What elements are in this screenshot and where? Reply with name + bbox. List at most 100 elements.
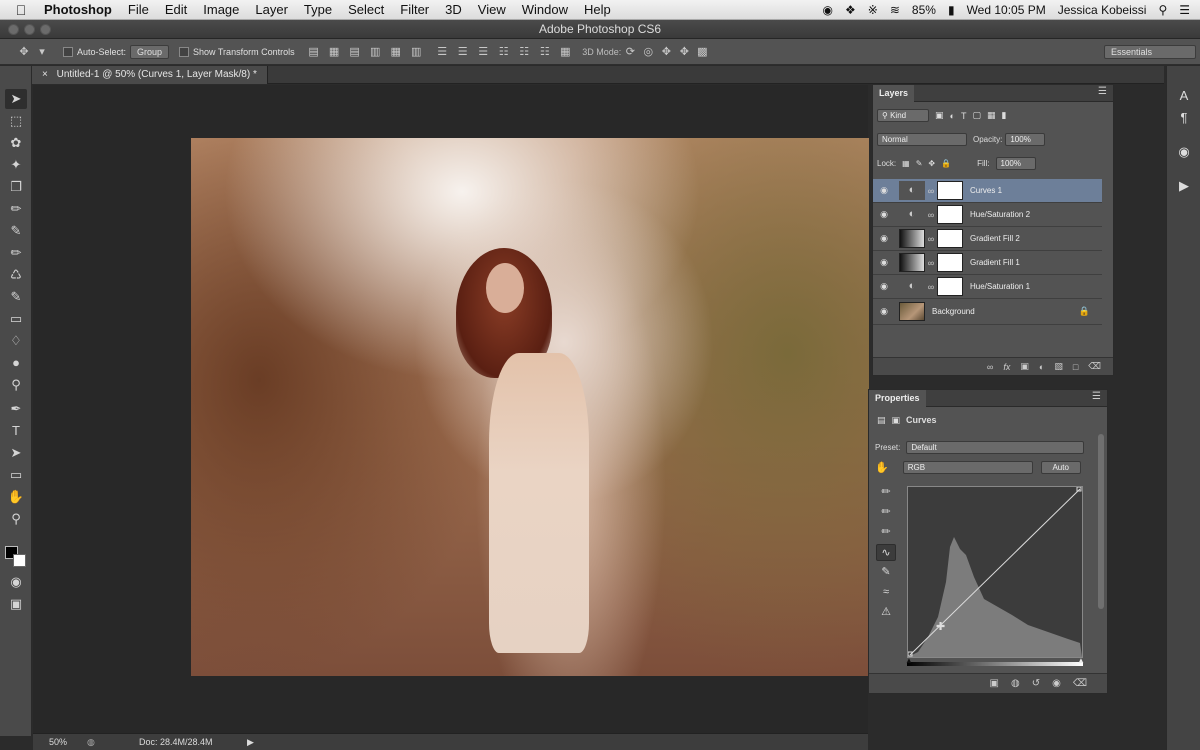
paragraph-panel-icon[interactable]: ¶ [1176,110,1192,126]
rectangle-tool-icon[interactable]: ▭ [5,465,27,485]
menu-filter[interactable]: Filter [392,0,437,20]
curves-adjustment-icon[interactable]: ▤ [877,415,886,426]
zoom-tool-icon[interactable]: ⚲ [5,509,27,529]
brush-tool-icon[interactable]: ✏ [5,243,27,263]
layer-row-gradient-fill-1[interactable]: ◉ ∞ Gradient Fill 1 [873,251,1102,275]
layer-row-gradient-fill-2[interactable]: ◉ ∞ Gradient Fill 2 [873,227,1102,251]
hand-tool-icon[interactable]: ✋ [5,487,27,507]
menubar-user[interactable]: Jessica Kobeissi [1058,3,1147,17]
align-top-icon[interactable]: ▤ [308,46,320,58]
link-layers-icon[interactable]: ∞ [987,362,993,372]
eye-icon[interactable]: ◉ [873,233,895,244]
chevron-down-icon[interactable]: ▾ [36,46,48,58]
3d-drag-icon[interactable]: ✥ [660,46,672,58]
layer-filter-dropdown[interactable]: ⚲ Kind [877,109,929,122]
3d-scale-icon[interactable]: ▩ [696,46,708,58]
sample-white-eyedropper-icon[interactable]: ✏ [876,524,896,541]
channel-dropdown[interactable]: RGB [902,461,1033,474]
panel-menu-icon[interactable]: ☰ [1092,391,1101,402]
sample-black-eyedropper-icon[interactable]: ✏ [876,484,896,501]
3d-slide-icon[interactable]: ✥ [678,46,690,58]
move-tool-icon[interactable]: ➤ [5,89,27,109]
type-filter-icon[interactable]: T [961,111,967,121]
background-color-swatch[interactable] [13,554,26,567]
lock-all-icon[interactable]: 🔒 [941,159,951,168]
screen-mode-icon[interactable]: ▣ [5,594,27,614]
healing-brush-tool-icon[interactable]: ✎ [5,221,27,241]
mask-link-icon[interactable]: ∞ [925,282,937,292]
add-mask-icon[interactable]: ▣ [1020,361,1029,372]
distribute-vcenter-icon[interactable]: ☰ [457,46,469,58]
document-tab[interactable]: × Untitled-1 @ 50% (Curves 1, Layer Mask… [32,66,268,84]
eye-icon[interactable]: ◉ [873,209,895,220]
align-bottom-icon[interactable]: ▤ [349,46,361,58]
auto-button[interactable]: Auto [1040,461,1081,474]
quick-mask-icon[interactable]: ◉ [5,572,27,592]
smart-object-filter-icon[interactable]: ▦ [987,110,996,121]
eraser-tool-icon[interactable]: ▭ [5,309,27,329]
distribute-top-icon[interactable]: ☰ [436,46,448,58]
align-hcenter-icon[interactable]: ▦ [390,46,402,58]
layer-mask-thumbnail[interactable] [937,181,963,200]
lock-image-icon[interactable]: ✎ [916,159,923,168]
layer-mask-thumbnail[interactable] [937,253,963,272]
black-point-slider-icon[interactable]: ▲ [905,656,913,665]
clip-to-layer-icon[interactable]: ▣ [990,678,999,689]
eyedropper-tool-icon[interactable]: ✏ [5,199,27,219]
layer-style-fx-icon[interactable]: fx [1003,362,1010,372]
align-left-icon[interactable]: ▥ [369,46,381,58]
eye-icon[interactable]: ◉ [873,306,895,317]
battery-percent[interactable]: 85% [912,3,936,17]
edit-points-curve-icon[interactable]: ∿ [876,544,896,561]
minimize-window-button[interactable] [24,24,35,35]
history-brush-tool-icon[interactable]: ✎ [5,287,27,307]
mask-link-icon[interactable]: ∞ [925,210,937,220]
spotlight-search-icon[interactable]: ⚲ [1158,3,1167,17]
close-window-button[interactable] [8,24,19,35]
properties-tab[interactable]: Properties [869,390,926,407]
workspace-dropdown[interactable]: Essentials [1104,44,1196,59]
align-vcenter-icon[interactable]: ▦ [328,46,340,58]
bluetooth-icon[interactable]: ※ [868,3,878,17]
filter-toggle-icon[interactable]: ▮ [1001,110,1006,121]
new-group-folder-icon[interactable]: ▧ [1054,361,1063,372]
distribute-left-icon[interactable]: ☷ [498,46,510,58]
3d-roll-icon[interactable]: ◎ [642,46,654,58]
menu-layer[interactable]: Layer [247,0,296,20]
fill-input[interactable]: 100% [995,157,1036,170]
cc-libraries-icon[interactable]: ◉ [1176,144,1192,160]
align-right-icon[interactable]: ▥ [410,46,422,58]
menu-help[interactable]: Help [576,0,619,20]
menu-type[interactable]: Type [296,0,340,20]
actions-play-icon[interactable]: ▶ [1176,178,1192,194]
properties-scrollbar[interactable] [1098,434,1104,609]
move-tool-preset-icon[interactable]: ✥ [18,46,30,58]
adjustment-filter-icon[interactable]: ◐ [950,111,955,121]
eye-icon[interactable]: ◉ [873,281,895,292]
menu-edit[interactable]: Edit [157,0,195,20]
battery-icon[interactable]: ▮ [948,3,955,17]
delete-adjustment-trash-icon[interactable]: ⌫ [1073,678,1087,689]
canvas-area[interactable] [33,85,869,733]
white-point-slider-icon[interactable]: ▲ [1077,656,1085,665]
mask-link-icon[interactable]: ∞ [925,186,937,196]
auto-align-icon[interactable]: ▦ [559,46,571,58]
clipping-warning-icon[interactable]: ⚠ [876,604,896,621]
draw-curve-pencil-icon[interactable]: ✎ [876,564,896,581]
new-layer-icon[interactable]: □ [1073,362,1078,372]
opacity-input[interactable]: 100% [1005,133,1046,146]
menu-3d[interactable]: 3D [437,0,470,20]
zoom-window-button[interactable] [40,24,51,35]
type-tool-icon[interactable]: T [5,421,27,441]
menu-select[interactable]: Select [340,0,392,20]
show-transform-checkbox[interactable] [179,46,193,57]
reset-icon[interactable]: ↺ [1032,678,1040,689]
distribute-hcenter-icon[interactable]: ☷ [518,46,530,58]
mask-link-icon[interactable]: ∞ [925,234,937,244]
sample-gray-eyedropper-icon[interactable]: ✏ [876,504,896,521]
lock-position-icon[interactable]: ✥ [928,159,935,168]
lock-transparent-icon[interactable]: ▦ [902,159,910,168]
status-menu-arrow-icon[interactable]: ▶ [247,734,254,750]
paint-bucket-tool-icon[interactable]: ♢ [5,331,27,351]
layer-mask-thumbnail[interactable] [937,229,963,248]
